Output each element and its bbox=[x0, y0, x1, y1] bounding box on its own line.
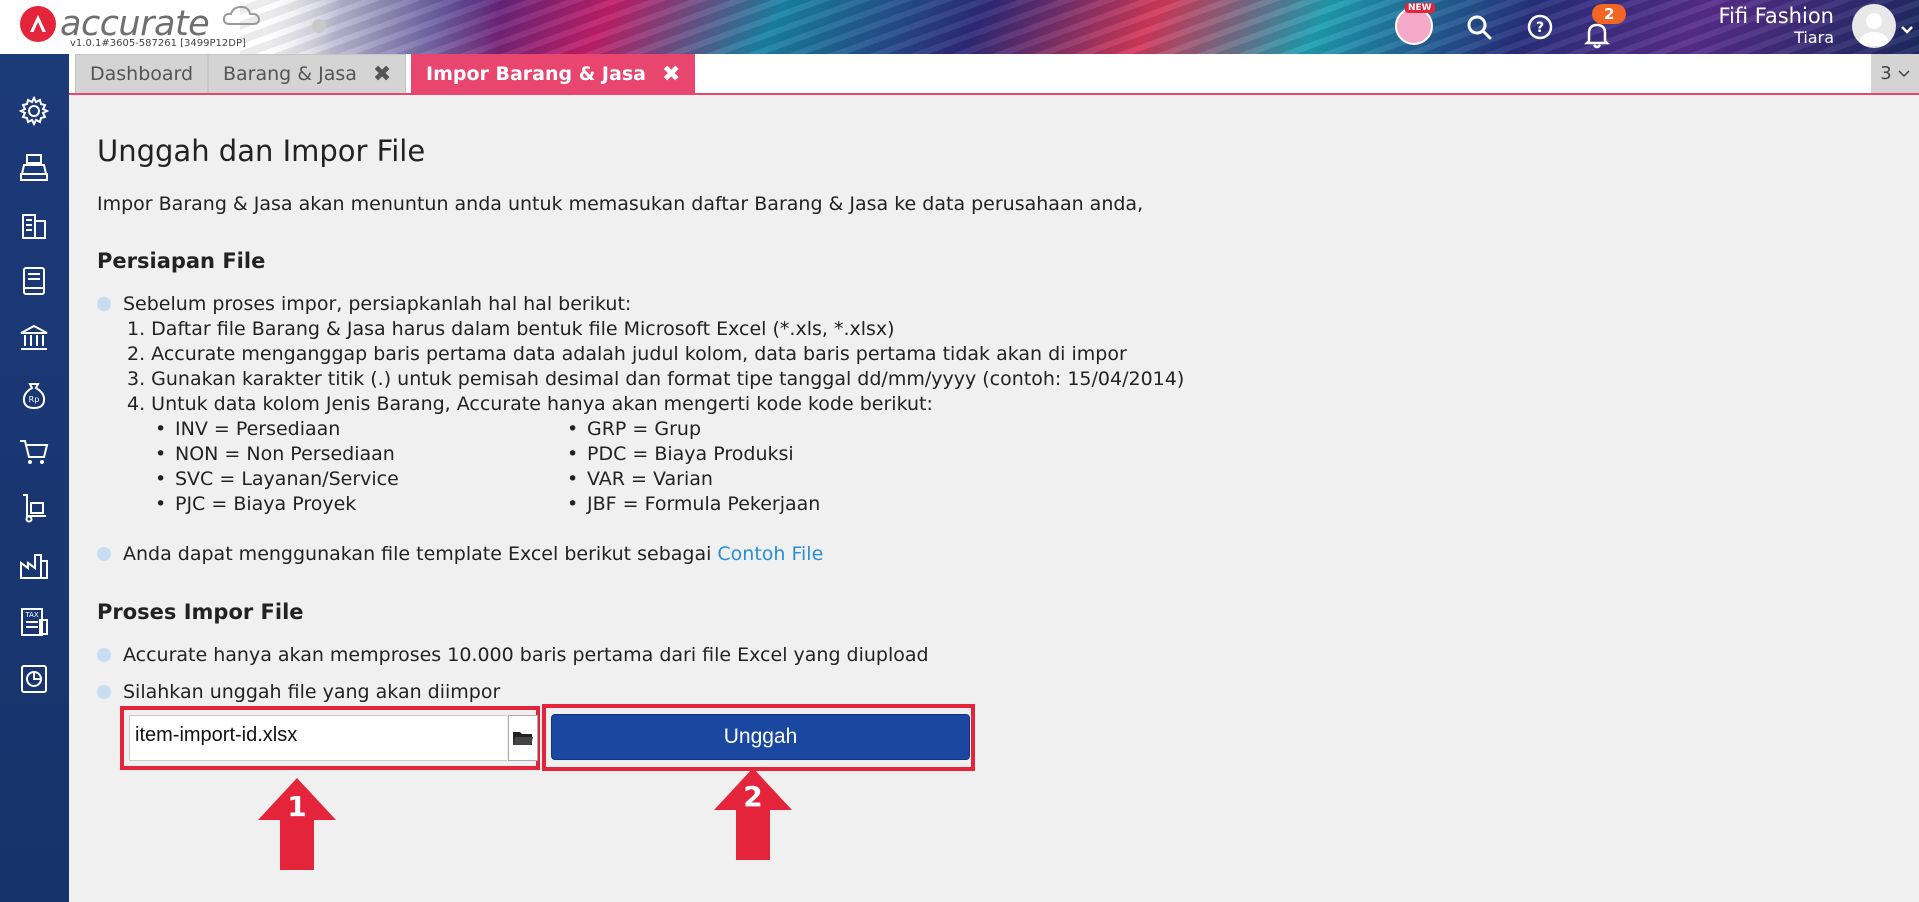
tab-overflow-count: 3 bbox=[1880, 63, 1892, 84]
list-item: Anda dapat menggunakan file template Exc… bbox=[97, 543, 823, 565]
code-item: PJC = Biaya Proyek bbox=[155, 493, 356, 515]
cloud-icon bbox=[222, 4, 262, 29]
new-features-button[interactable]: NEW bbox=[1395, 3, 1435, 45]
file-highlight-box: item-import-id.xlsx bbox=[120, 706, 540, 770]
folder-icon bbox=[513, 732, 533, 745]
tax-report-icon[interactable]: TAX bbox=[15, 603, 53, 641]
main-content: Unggah dan Impor File Impor Barang & Jas… bbox=[69, 97, 1919, 902]
code-item: VAR = Varian bbox=[567, 468, 713, 490]
code-item: INV = Persediaan bbox=[155, 418, 340, 440]
search-icon[interactable] bbox=[1460, 8, 1498, 46]
code-item: NON = Non Persediaan bbox=[155, 443, 395, 465]
step-4: 4. Untuk data kolom Jenis Barang, Accura… bbox=[127, 393, 933, 415]
notification-count-badge: 2 bbox=[1592, 4, 1627, 24]
tab-barang-jasa[interactable]: Barang & Jasa ✖ bbox=[208, 54, 407, 93]
file-name-field[interactable]: item-import-id.xlsx bbox=[129, 715, 507, 761]
browse-file-button[interactable] bbox=[508, 715, 538, 761]
code-item: SVC = Layanan/Service bbox=[155, 468, 399, 490]
chevron-down-icon bbox=[1898, 69, 1910, 77]
user-name[interactable]: Tiara bbox=[1794, 28, 1834, 47]
step-3: 3. Gunakan karakter titik (.) untuk pemi… bbox=[127, 368, 1185, 390]
arrow-2-label: 2 bbox=[743, 780, 762, 813]
money-bag-icon[interactable]: Rp bbox=[15, 376, 53, 414]
tab-label: Dashboard bbox=[90, 63, 194, 85]
factory-icon[interactable] bbox=[15, 546, 53, 584]
page-title: Unggah dan Impor File bbox=[97, 134, 426, 168]
svg-text:?: ? bbox=[1536, 20, 1544, 36]
list-item: Silahkan unggah file yang akan diimpor bbox=[97, 681, 500, 703]
help-icon[interactable]: ? bbox=[1521, 8, 1559, 46]
cash-register-icon[interactable] bbox=[15, 149, 53, 187]
close-icon[interactable]: ✖ bbox=[662, 62, 680, 87]
process-bullet-text: Silahkan unggah file yang akan diimpor bbox=[123, 681, 501, 703]
prep-bullet-text: Sebelum proses impor, persiapkanlah hal … bbox=[123, 293, 632, 315]
step-1: 1. Daftar file Barang & Jasa harus dalam… bbox=[127, 318, 895, 340]
svg-text:Rp: Rp bbox=[29, 395, 40, 404]
template-text: Anda dapat menggunakan file template Exc… bbox=[123, 543, 712, 565]
bullet-icon bbox=[97, 685, 111, 699]
settings-icon[interactable] bbox=[15, 92, 53, 130]
accurate-logo[interactable]: accurate bbox=[20, 4, 210, 44]
header-banner bbox=[240, 0, 1919, 54]
hand-truck-icon[interactable] bbox=[15, 489, 53, 527]
section-title-persiapan: Persiapan File bbox=[97, 249, 266, 273]
accurate-logo-icon bbox=[20, 6, 56, 42]
report-chart-icon[interactable] bbox=[15, 660, 53, 698]
bullet-icon bbox=[97, 547, 111, 561]
code-item: GRP = Grup bbox=[567, 418, 701, 440]
arrow-1-label: 1 bbox=[287, 790, 306, 823]
close-icon[interactable]: ✖ bbox=[373, 62, 391, 87]
upload-button[interactable]: Unggah bbox=[551, 714, 970, 760]
list-item: Sebelum proses impor, persiapkanlah hal … bbox=[97, 293, 631, 315]
top-header: accurate v1.0.1#3605-587261 [3499P12DP] … bbox=[0, 0, 1919, 54]
ledger-book-icon[interactable] bbox=[15, 262, 53, 300]
list-item: Accurate hanya akan memproses 10.000 bar… bbox=[97, 644, 929, 666]
step-2: 2. Accurate menganggap baris pertama dat… bbox=[127, 343, 1127, 365]
shopping-cart-icon[interactable] bbox=[15, 433, 53, 471]
bullet-icon bbox=[97, 297, 111, 311]
process-bullet-text: Accurate hanya akan memproses 10.000 bar… bbox=[123, 644, 929, 666]
chevron-down-icon[interactable] bbox=[1900, 20, 1914, 39]
section-title-proses: Proses Impor File bbox=[97, 600, 304, 624]
new-badge-label: NEW bbox=[1405, 3, 1435, 13]
annotation-arrow-1: 1 bbox=[258, 778, 336, 870]
bank-icon[interactable] bbox=[15, 319, 53, 357]
tab-bar: Dashboard Barang & Jasa ✖ Impor Barang &… bbox=[69, 54, 1919, 95]
code-item: JBF = Formula Pekerjaan bbox=[567, 493, 820, 515]
sidebar: Rp TAX bbox=[0, 54, 69, 902]
sample-file-link[interactable]: Contoh File bbox=[717, 543, 823, 565]
logo-text: accurate bbox=[60, 4, 210, 44]
tab-overflow-dropdown[interactable]: 3 bbox=[1871, 54, 1919, 93]
upload-highlight-box: Unggah bbox=[542, 704, 975, 771]
status-dot bbox=[312, 19, 326, 33]
intro-text: Impor Barang & Jasa akan menuntun anda u… bbox=[97, 193, 1144, 215]
tab-impor-barang-jasa[interactable]: Impor Barang & Jasa ✖ bbox=[411, 54, 696, 93]
tab-dashboard[interactable]: Dashboard bbox=[75, 54, 209, 93]
tab-label: Barang & Jasa bbox=[223, 63, 357, 85]
building-icon[interactable] bbox=[15, 206, 53, 244]
version-text: v1.0.1#3605-587261 [3499P12DP] bbox=[70, 38, 246, 49]
tab-label: Impor Barang & Jasa bbox=[426, 63, 646, 85]
bullet-icon bbox=[97, 648, 111, 662]
company-name[interactable]: Fifi Fashion bbox=[1718, 4, 1834, 28]
svg-text:TAX: TAX bbox=[24, 611, 39, 619]
avatar[interactable] bbox=[1852, 4, 1896, 48]
annotation-arrow-2: 2 bbox=[714, 768, 792, 860]
code-item: PDC = Biaya Produksi bbox=[567, 443, 794, 465]
